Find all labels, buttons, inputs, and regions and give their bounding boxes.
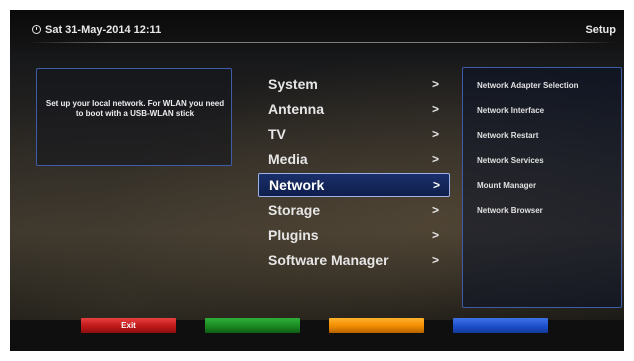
submenu-item-mount-manager[interactable]: Mount Manager (477, 181, 536, 190)
setup-screen: Sat 31-May-2014 12:11 Setup Set up your … (10, 10, 624, 351)
blue-button-label (453, 318, 548, 333)
green-button[interactable] (205, 318, 300, 333)
submenu-item-network-browser[interactable]: Network Browser (477, 206, 543, 215)
header-divider (28, 42, 618, 43)
red-button[interactable]: Exit (81, 318, 176, 333)
menu-item-label: System (268, 76, 318, 92)
exit-label: Exit (121, 321, 136, 330)
chevron-right-icon: > (432, 102, 440, 116)
menu-item-label: TV (268, 126, 286, 142)
green-button-label (205, 318, 300, 333)
menu-item-antenna[interactable]: Antenna > (258, 97, 450, 122)
menu-item-network[interactable]: Network > (258, 173, 450, 197)
chevron-right-icon: > (432, 228, 440, 242)
menu-item-label: Network (269, 177, 325, 193)
chevron-right-icon: > (432, 152, 440, 166)
datetime-text: Sat 31-May-2014 12:11 (45, 24, 162, 36)
submenu-item-network-adapter-selection[interactable]: Network Adapter Selection (477, 81, 579, 90)
chevron-right-icon: > (432, 77, 440, 91)
submenu-item-network-interface[interactable]: Network Interface (477, 106, 544, 115)
info-panel: Set up your local network. For WLAN you … (36, 68, 232, 166)
yellow-button[interactable] (329, 318, 424, 333)
menu-item-label: Software Manager (268, 252, 389, 268)
datetime-display: Sat 31-May-2014 12:11 (32, 24, 161, 36)
info-text: Set up your local network. For WLAN you … (45, 99, 225, 118)
yellow-button-label (329, 318, 424, 333)
clock-icon (32, 25, 41, 34)
chevron-right-icon: > (432, 203, 440, 217)
chevron-right-icon: > (433, 178, 441, 192)
network-submenu: Network Adapter Selection Network Interf… (462, 67, 622, 308)
menu-item-storage[interactable]: Storage > (258, 198, 450, 223)
menu-item-label: Storage (268, 202, 321, 218)
page-title: Setup (585, 24, 616, 36)
submenu-item-network-services[interactable]: Network Services (477, 156, 544, 165)
menu-item-label: Media (268, 151, 308, 167)
chevron-right-icon: > (432, 253, 440, 267)
menu-item-label: Plugins (268, 227, 319, 243)
menu-item-software-manager[interactable]: Software Manager > (258, 248, 450, 273)
chevron-right-icon: > (432, 127, 440, 141)
menu-item-system[interactable]: System > (258, 72, 450, 97)
menu-item-plugins[interactable]: Plugins > (258, 223, 450, 248)
submenu-item-network-restart[interactable]: Network Restart (477, 131, 538, 140)
menu-item-label: Antenna (268, 101, 324, 117)
setup-menu: System > Antenna > TV > Media > Network … (258, 72, 450, 273)
menu-item-tv[interactable]: TV > (258, 122, 450, 147)
menu-item-media[interactable]: Media > (258, 147, 450, 172)
blue-button[interactable] (453, 318, 548, 333)
